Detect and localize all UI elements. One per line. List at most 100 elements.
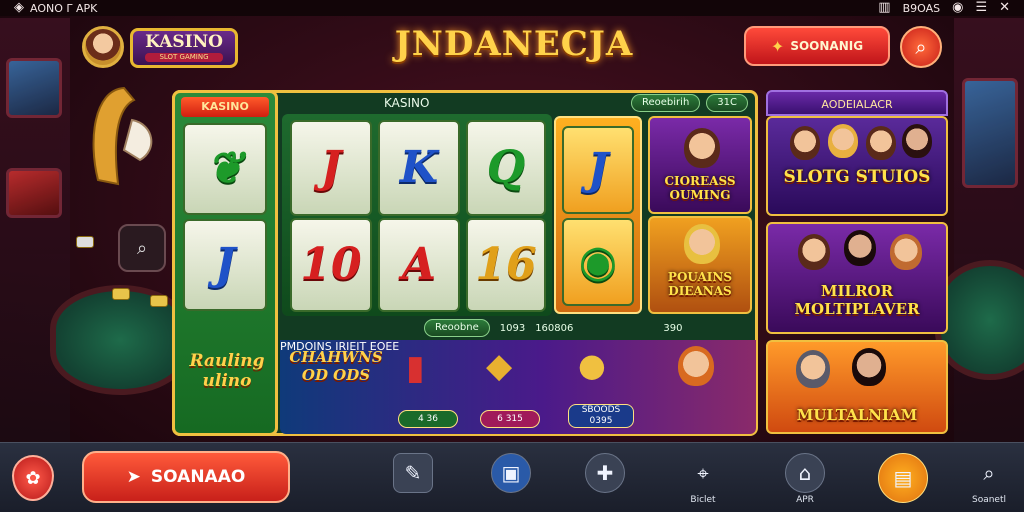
wallet-icon: ▣ — [491, 453, 531, 493]
nav-item-card[interactable]: ▤ — [876, 453, 930, 505]
side-menu-button[interactable]: ⌕ — [118, 224, 166, 272]
reel-symbol-tile[interactable]: ◉ — [562, 218, 634, 306]
character-image — [902, 124, 932, 158]
promo-tag[interactable]: 4 36 — [398, 410, 458, 428]
game-card[interactable]: POUAINS DIEANAS — [648, 216, 752, 314]
character-image — [684, 224, 720, 264]
reel-info-pill[interactable]: Reoebirih — [631, 94, 701, 112]
left-panel-promo-text: Rauling ulino — [189, 351, 265, 391]
nav-item-wallet[interactable]: ▣ — [484, 453, 538, 495]
status-bar: ◈ AONO Γ APK ▥ B9OAS ◉ ☰ ✕ — [0, 0, 1024, 16]
nav-item-chat[interactable]: ✚ — [578, 453, 632, 495]
game-card-title: CIOREASS OUMING — [664, 174, 736, 202]
game-card-title: MULTALNIAM — [796, 406, 918, 424]
casino-table-decor — [935, 260, 1024, 380]
chip-icon — [76, 236, 94, 248]
reel-symbol-tile[interactable]: K — [378, 120, 460, 216]
chat-icon: ✚ — [585, 453, 625, 493]
character-image — [790, 126, 820, 160]
nav-item-location[interactable]: ⌖ Biclet — [676, 453, 730, 505]
reel-symbol: A — [401, 239, 437, 290]
gift-icon: ✿ — [25, 467, 41, 489]
nav-item-label: Soanetl — [971, 495, 1006, 505]
gift-button[interactable]: ✿ — [12, 455, 54, 501]
chip-icon — [150, 295, 168, 307]
character-image — [684, 128, 720, 168]
bag-icon: ● — [578, 346, 606, 384]
game-card-title: SLOTG STUIOS — [783, 167, 931, 187]
machine-screen — [962, 78, 1018, 188]
reel-section-label: KASINO — [384, 96, 430, 110]
character-image — [844, 230, 876, 266]
reel-symbol-tile[interactable]: J — [290, 120, 372, 216]
game-card[interactable]: SLOTG STUIOS — [766, 116, 948, 216]
play-button-label: SOANAAO — [150, 467, 246, 487]
promo-button-label: SOONANIG — [790, 39, 864, 53]
reel-symbol-tile[interactable]: 10 — [290, 218, 372, 312]
play-button[interactable]: ➤ SOANAAO — [82, 451, 290, 503]
reel-symbol: Q — [486, 142, 526, 193]
search-icon: ⌕ — [136, 237, 148, 259]
reel-symbol: 10 — [300, 239, 362, 290]
promo-tag[interactable]: 6 315 — [480, 410, 540, 428]
kite-icon: ◆ — [486, 346, 513, 386]
reel-symbol-tile[interactable]: ❦ — [183, 123, 267, 215]
edit-icon: ✎ — [393, 453, 433, 493]
right-column-header: AODEIALACR — [766, 90, 948, 116]
app-logo-icon: ◈ — [14, 0, 24, 15]
game-card[interactable]: MULTALNIAM — [766, 340, 948, 434]
nav-item-label: APR — [796, 495, 814, 505]
nav-item-home[interactable]: ⌂ APR — [778, 453, 832, 505]
arrow-right-icon: ➤ — [126, 467, 141, 487]
promo-tag[interactable]: SBOODS 0395 — [568, 404, 634, 428]
character-image — [890, 234, 922, 270]
reel-symbol: K — [399, 142, 439, 193]
menu-icon[interactable]: ☰ — [975, 1, 987, 15]
character-image — [796, 350, 830, 388]
character-image — [852, 348, 886, 386]
location-icon: ⌖ — [697, 461, 709, 485]
character-image — [828, 124, 858, 158]
bottle-icon: ▮ — [406, 348, 425, 388]
reel-status-value: 1093 — [499, 322, 526, 334]
machine-screen — [6, 58, 62, 118]
game-card[interactable]: CIOREASS OUMING — [648, 116, 752, 214]
reel-symbol-tile[interactable]: J — [562, 126, 634, 214]
star-icon: ✦ — [770, 36, 785, 56]
reel-symbol-tile[interactable]: J — [183, 219, 267, 311]
reel-status-pill[interactable]: Reoobne — [424, 319, 490, 337]
reel-symbol-tile[interactable]: A — [378, 218, 460, 312]
header: KASINO SLOT GAMING JNDANECJA ✦ SOONANIG … — [74, 20, 954, 80]
bottom-promo-banner[interactable]: CHAHWNS OD ODS ▮ ◆ ● 4 36 6 315 SBOODS 0… — [280, 340, 756, 434]
brand-logo[interactable]: KASINO SLOT GAMING — [130, 28, 238, 68]
golden-pipe-decor — [92, 86, 153, 186]
tab-kasino[interactable]: KASINO — [181, 97, 269, 117]
nav-item-edit[interactable]: ✎ — [386, 453, 440, 495]
game-card[interactable]: MILROR MOLTIPLAVER — [766, 222, 948, 334]
signal-icon: ▥ — [878, 0, 891, 15]
chip-icon — [112, 288, 130, 300]
reel-symbol-tile[interactable]: Q — [466, 120, 546, 216]
slot-reels: J K Q 10 A 16 — [282, 114, 552, 316]
reel-info-pill-right[interactable]: 31C — [706, 94, 748, 112]
character-image — [678, 346, 714, 386]
left-reel-column: KASINO ❦ J Rauling ulino — [172, 90, 278, 436]
reel-symbol: J — [214, 239, 236, 290]
bonus-reel: J ◉ — [554, 116, 642, 314]
avatar[interactable] — [82, 26, 124, 68]
reel-symbol: J — [587, 144, 609, 195]
nav-item-search[interactable]: ⌕ Soanetl — [962, 453, 1016, 505]
close-icon[interactable]: ✕ — [999, 1, 1010, 15]
reel-symbol-tile[interactable]: 16 — [466, 218, 546, 312]
home-icon: ⌂ — [785, 453, 825, 493]
bottom-navigation: ✿ ➤ SOANAAO ✎ ▣ ✚ ⌖ Biclet ⌂ APR ▤ ⌕ Soa… — [0, 442, 1024, 512]
card-icon: ▤ — [878, 453, 928, 503]
character-image — [866, 126, 896, 160]
search-icon: ⌕ — [983, 461, 995, 485]
bomb-icon: ◉ — [578, 236, 618, 287]
page-title: JNDANECJA — [394, 24, 634, 64]
promo-button[interactable]: ✦ SOONANIG — [744, 26, 890, 66]
reel-status-value: 390 — [663, 322, 683, 334]
search-button[interactable]: ⌕ — [900, 26, 942, 68]
brand-subtitle: SLOT GAMING — [145, 53, 223, 62]
